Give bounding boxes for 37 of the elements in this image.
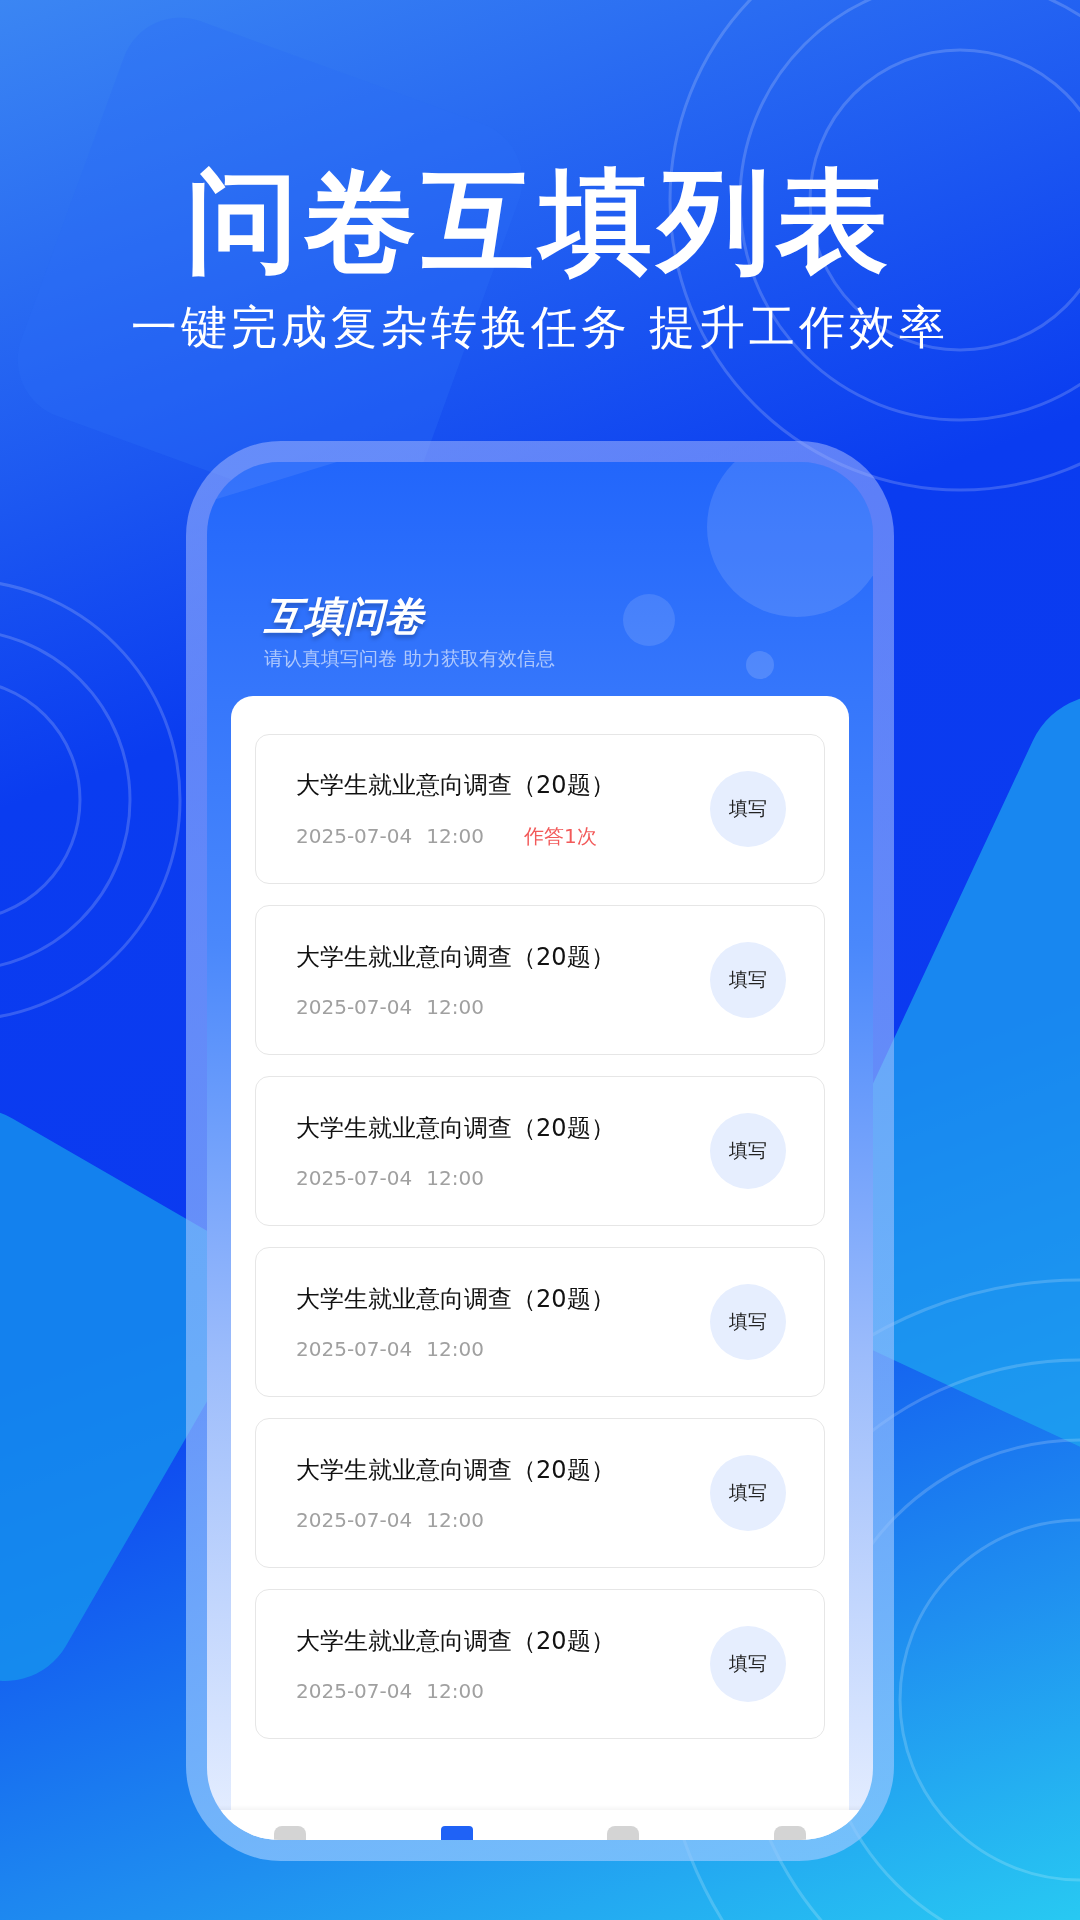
survey-date: 2025-07-04 [296,1337,413,1362]
survey-title: 大学生就业意向调查（20题） [296,769,615,801]
tagline: 一键完成复杂转换任务 提升工作效率 [130,299,950,357]
survey-date: 2025-07-04 [296,1166,413,1191]
fill-button[interactable]: 填写 [710,1113,786,1190]
survey-card[interactable]: 大学生就业意向调查（20题） 2025-07-04 12:00 填写 [255,1076,825,1227]
survey-card[interactable]: 大学生就业意向调查（20题） 2025-07-04 12:00 填写 [255,1589,825,1740]
survey-time: 12:00 [426,1337,484,1362]
screen-title: 互填问卷 [264,592,427,641]
survey-title: 大学生就业意向调查（20题） [296,1626,615,1658]
tab-icon[interactable] [274,1826,307,1841]
survey-time: 12:00 [426,824,484,849]
survey-date: 2025-07-04 [296,995,413,1020]
survey-time: 12:00 [426,995,484,1020]
fill-button[interactable]: 填写 [710,771,786,848]
fill-button[interactable]: 填写 [710,1284,786,1361]
answer-count: 作答1次 [523,822,597,850]
screen-subtitle: 请认真填写问卷 助力获取有效信息 [264,646,557,672]
fill-button[interactable]: 填写 [710,1455,786,1532]
fill-button[interactable]: 填写 [710,942,786,1019]
survey-date: 2025-07-04 [296,1508,413,1533]
survey-time: 12:00 [426,1508,484,1533]
headline: 问卷互填列表 [186,160,894,284]
survey-card[interactable]: 大学生就业意向调查（20题） 2025-07-04 12:00 填写 [255,905,825,1056]
survey-card[interactable]: 大学生就业意向调查（20题） 2025-07-04 12:00 填写 [255,1247,825,1398]
survey-title: 大学生就业意向调查（20题） [296,1455,615,1487]
fill-button[interactable]: 填写 [710,1626,786,1703]
survey-time: 12:00 [426,1166,484,1191]
survey-card[interactable]: 大学生就业意向调查（20题） 2025-07-04 12:00 填写 [255,1418,825,1569]
survey-date: 2025-07-04 [296,824,413,849]
survey-title: 大学生就业意向调查（20题） [296,1284,615,1316]
survey-date: 2025-07-04 [296,1679,413,1704]
survey-title: 大学生就业意向调查（20题） [296,1113,615,1145]
survey-time: 12:00 [426,1679,484,1704]
survey-title: 大学生就业意向调查（20题） [296,942,615,974]
survey-card[interactable]: 大学生就业意向调查（20题） 2025-07-04 12:00 作答1次 填写 [255,734,825,885]
tab-icon[interactable] [440,1826,473,1841]
